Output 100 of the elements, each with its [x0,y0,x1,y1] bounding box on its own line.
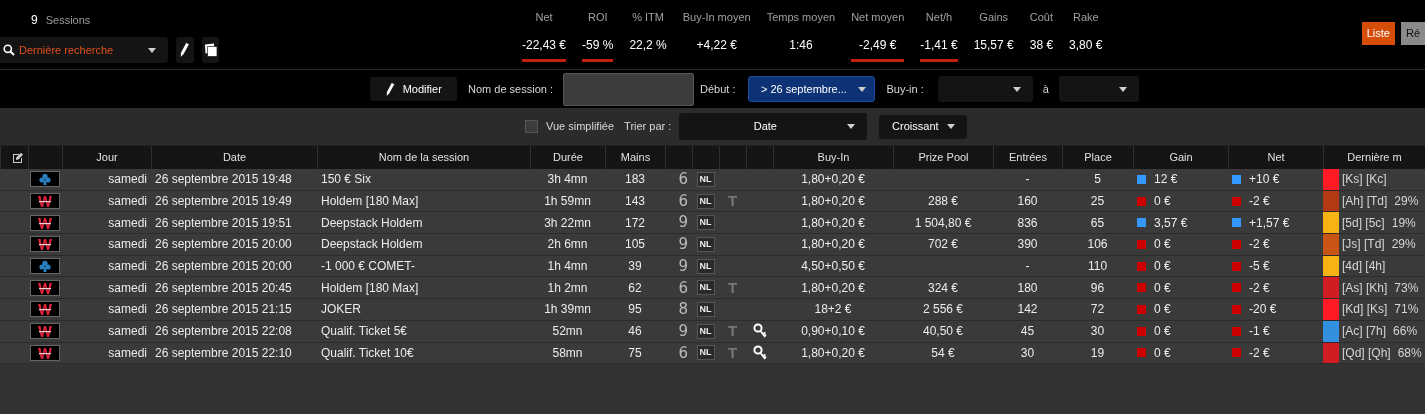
cards-cell-text: [Ac] [7h] [1342,323,1387,341]
stat-value: +4,22 € [696,36,737,54]
buyin-cell-text: 18+2 € [814,301,852,319]
hands-cell-text: 62 [628,279,642,297]
limit-badge: NL [696,171,715,187]
place-cell-text: 5 [1094,171,1101,189]
session-name-cell-text: Deepstack Holdem [321,214,423,232]
table-row[interactable]: samedi 26 septembre 2015 22:08 Qualif. Ticket 5€ 52mn 46 9 NL T 0,90+0,10 € 40,50 € 45 30 0 € -1 € [Ac] [7h] 66% [0,320,1425,343]
column-header[interactable]: Nom de la session [378,149,470,166]
net-cell-text: +10 € [1249,171,1280,189]
net-cell-text: -2 € [1249,344,1270,362]
duration-cell-text: 1h 4mn [547,258,588,276]
buyin-cell-text: 1,80+0,20 € [801,171,865,189]
table-row[interactable]: samedi 26 septembre 2015 21:15 JOKER 1h 39mn 95 8 NL 18+2 € 2 556 € 142 72 0 € -20 € [Kd] [Ks] 71% [0,299,1425,321]
copy-button[interactable] [202,37,219,63]
start-label: Début : [700,81,736,97]
table-row[interactable]: samedi 26 septembre 2015 20:00 Deepstack Holdem 2h 6mn 105 9 NL 1,80+0,20 € 702 € 390 106 0 € -2 € [Js] [Td] 29% [0,234,1425,256]
session-name-cell-text: Holdem [180 Max] [321,279,419,297]
column-header[interactable]: Mains [620,149,651,166]
table-row[interactable]: samedi 26 septembre 2015 19:48 150 € Six 3h 4mn 183 6 NL 1,80+0,20 € - 5 12 € +10 € [Ks] [Kc] [0,169,1425,191]
seats-cell-text: 9 [678,255,688,277]
stat-label: Rake [1072,10,1099,25]
table-row[interactable]: samedi 26 septembre 2015 19:49 Holdem [180 Max] 1h 59mn 143 6 NL T 1,80+0,20 € 288 € 160 25 0 € -2 € [Ah] [Td] 29% [0,190,1425,213]
column-header[interactable]: Entrées [1009,149,1047,166]
gain-cell-text: 12 € [1154,171,1178,189]
order-dropdown[interactable]: Croissant [879,114,968,139]
seats-cell-text: 9 [678,234,688,256]
stat-value: -1,41 € [920,36,958,54]
caret-icon [858,86,867,92]
percent-cell-text: 68% [1397,344,1422,362]
start-dropdown[interactable]: > 26 septembre... [748,76,876,102]
stat-label: % ITM [632,10,664,25]
checkbox[interactable] [525,120,538,133]
ticket-cell-text: T [727,320,738,341]
gain-cell-text: 0 € [1154,193,1171,211]
prize-pool-cell-text: 288 € [928,193,958,211]
percent-cell-text: 73% [1394,279,1419,297]
duration-cell-text: 3h 22mn [544,214,591,232]
session-count: 9 [31,12,38,29]
buyin-cell-text: 4,50+0,50 € [801,258,865,276]
percent-cell-text: 66% [1393,323,1418,341]
ticket-cell-text: T [727,190,738,211]
buyin-cell-text: 1,80+0,20 € [801,236,865,254]
table-row[interactable]: samedi 26 septembre 2015 20:00 -1 000 € COMET- 1h 4mn 39 9 NL 4,50+0,50 € - 110 0 € -5 € [4d] [4h] [0,255,1425,278]
duration-cell-text: 2h 6mn [547,236,588,254]
seats-cell-text: 6 [678,169,688,191]
column-header[interactable]: Place [1084,149,1112,166]
column-header[interactable]: Dernière m [1347,149,1402,166]
day-cell-text: samedi [108,214,147,232]
entries-cell-text: 45 [1020,323,1035,341]
column-header[interactable]: Date [222,149,247,166]
date-cell-text: 26 septembre 2015 22:08 [155,323,292,341]
duration-cell-text: 58mn [552,344,583,362]
gain-cell-text: 0 € [1154,344,1171,362]
column-header[interactable]: Jour [96,149,118,166]
search-dropdown[interactable]: Dernière recherche [0,37,168,63]
place-cell-text: 19 [1090,344,1105,362]
table-row[interactable]: samedi 26 septembre 2015 20:45 Holdem [180 Max] 1h 2mn 62 6 NL T 1,80+0,20 € 324 € 180 96 0 € -2 € [As] [Kh] 73% [0,277,1425,300]
seats-cell-text: 6 [678,342,688,364]
place-cell-text: 96 [1090,279,1105,297]
view-tab[interactable]: Ré [1400,22,1425,45]
stat-label: ROI [587,10,608,25]
table-row[interactable]: samedi 26 septembre 2015 22:10 Qualif. Ticket 10€ 58mn 75 6 NL T 1,80+0,20 € 54 € 30 19 0 € -2 € [Qd] [Qh] 68% [0,342,1425,365]
date-cell-text: 26 septembre 2015 20:45 [155,279,292,297]
view-tab[interactable]: Liste [1361,22,1395,45]
day-cell-text: samedi [108,279,147,297]
prize-pool-cell-text: 2 556 € [922,301,963,319]
place-cell-text: 106 [1087,236,1108,254]
prize-pool-cell-text: 40,50 € [922,323,963,341]
column-header[interactable]: Buy-In [817,149,850,166]
sort-dropdown[interactable]: Date [679,113,868,140]
limit-badge: NL [696,258,715,274]
copy-icon [203,43,218,57]
date-cell-text: 26 septembre 2015 22:10 [155,344,292,362]
sessions-label: Sessions [45,13,91,28]
day-cell-text: samedi [108,323,147,341]
pencil-icon [179,42,191,58]
column-header[interactable]: Gain [1169,149,1193,166]
column-header[interactable]: Durée [553,149,583,166]
percent-cell-text: 29% [1394,193,1419,211]
percent-cell-text: 19% [1391,214,1416,232]
edit-icon[interactable] [12,151,24,164]
entries-cell-text: 142 [1017,301,1038,319]
prize-pool-cell-text: 1 504,80 € [914,214,972,232]
entries-cell-text: - [1025,171,1030,189]
duration-cell-text: 3h 4mn [547,171,588,189]
club-icon [39,173,51,186]
session-name-field[interactable] [563,72,694,106]
gain-cell-text: 0 € [1154,323,1171,341]
cards-cell-text: [5d] [5c] [1342,214,1385,232]
buyin-cell-text: 1,80+0,20 € [801,279,865,297]
buyin-cell-text: 0,90+0,10 € [801,323,865,341]
column-header[interactable]: Net [1267,149,1285,166]
edit-button[interactable] [176,37,194,63]
table-row[interactable]: samedi 26 septembre 2015 19:51 Deepstack Holdem 3h 22mn 172 9 NL 1,80+0,20 € 1 504,80 € 836 65 3,57 € +1,57 € [5d] [5c] 19% [0,212,1425,235]
column-header[interactable]: Prize Pool [918,149,969,166]
date-cell-text: 26 septembre 2015 20:00 [155,236,292,254]
modify-button[interactable]: Modifier [370,77,457,101]
limit-badge: NL [696,323,715,339]
duration-cell-text: 1h 59mn [544,193,591,211]
